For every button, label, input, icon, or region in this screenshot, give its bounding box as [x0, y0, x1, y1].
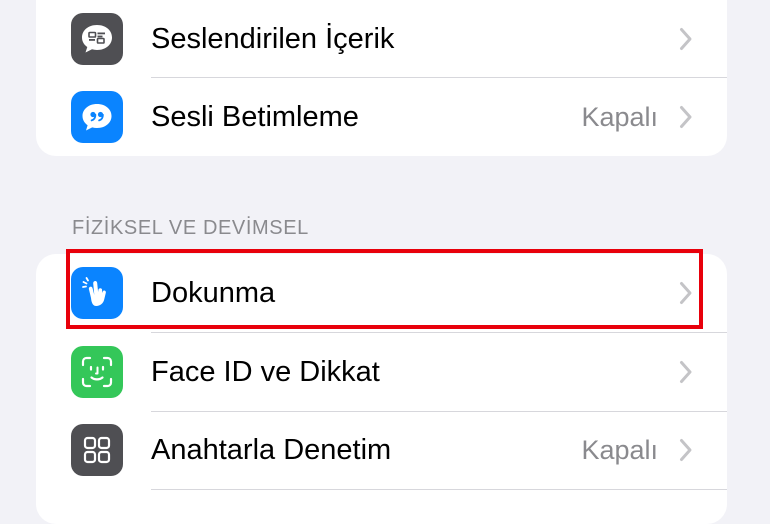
row-label: Seslendirilen İçerik: [151, 23, 395, 55]
switch-control-icon: [71, 424, 123, 476]
audio-description-icon: [71, 91, 123, 143]
row-label: Dokunma: [151, 277, 276, 309]
face-id-icon: [71, 346, 123, 398]
touch-hand-icon: [71, 267, 123, 319]
vision-settings-group: Seslendirilen İçerik Sesli Betimleme Kap…: [36, 0, 727, 156]
chevron-right-icon: [680, 28, 692, 50]
row-label: Anahtarla Denetim: [151, 434, 392, 466]
chevron-right-icon: [680, 439, 692, 461]
row-value: Kapalı: [581, 435, 658, 465]
row-separator: [151, 489, 727, 490]
row-spoken-content[interactable]: Seslendirilen İçerik: [36, 0, 727, 78]
physical-motor-settings-group: Dokunma Face ID ve Dikkat Anahtarla Dene…: [36, 254, 727, 524]
row-audio-description[interactable]: Sesli Betimleme Kapalı: [36, 78, 727, 156]
section-header: FİZİKSEL VE DEVİMSEL: [72, 217, 309, 239]
row-touch[interactable]: Dokunma: [36, 254, 727, 332]
row-label: Face ID ve Dikkat: [151, 356, 380, 388]
row-label: Sesli Betimleme: [151, 101, 359, 133]
chevron-right-icon: [680, 361, 692, 383]
row-face-id[interactable]: Face ID ve Dikkat: [36, 333, 727, 411]
spoken-content-icon: [71, 13, 123, 65]
chevron-right-icon: [680, 282, 692, 304]
row-value: Kapalı: [581, 102, 658, 132]
row-switch-control[interactable]: Anahtarla Denetim Kapalı: [36, 411, 727, 489]
chevron-right-icon: [680, 106, 692, 128]
